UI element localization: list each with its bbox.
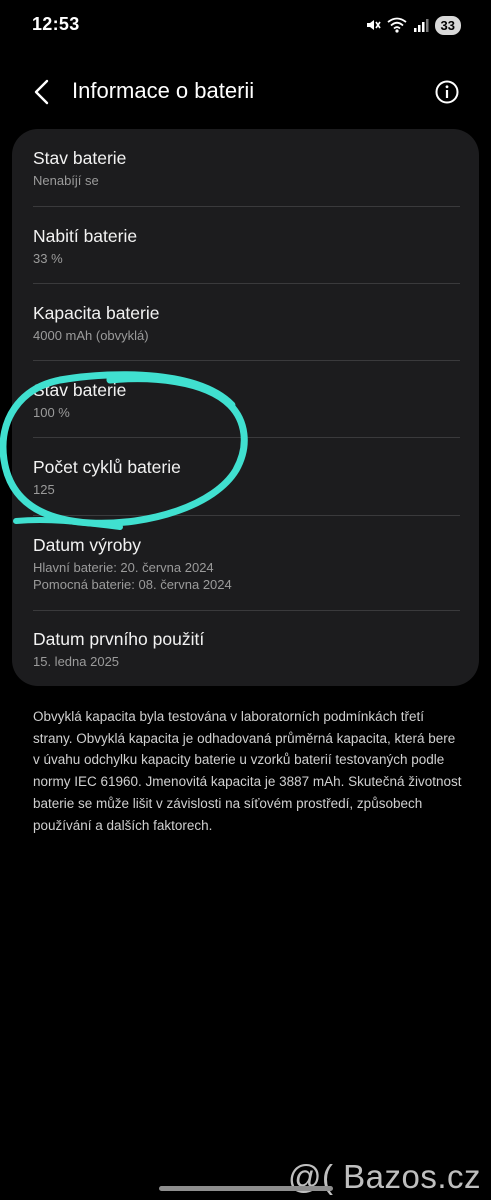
back-button[interactable] (26, 76, 58, 108)
row-value: 100 % (33, 405, 70, 420)
info-button[interactable] (431, 76, 463, 108)
row-manufacture-date: Datum výroby Hlavní baterie: 20. června … (12, 515, 479, 610)
row-title: Stav baterie (33, 380, 127, 400)
status-time: 12:53 (32, 14, 80, 34)
row-value: 4000 mAh (obvyklá) (33, 328, 149, 343)
home-indicator[interactable] (159, 1186, 333, 1191)
signal-icon (413, 17, 429, 33)
status-bar: 12:53 33 (0, 0, 491, 52)
header: Informace o baterii (0, 60, 491, 124)
battery-indicator: 33 (434, 15, 461, 35)
row-value-secondary: Pomocná baterie: 08. června 2024 (33, 577, 232, 592)
row-cycle-count: Počet cyklů baterie 125 (12, 437, 479, 515)
row-title: Datum výroby (33, 535, 141, 555)
mute-icon (365, 17, 381, 33)
row-title: Počet cyklů baterie (33, 457, 181, 477)
page-title: Informace o baterii (72, 78, 255, 103)
row-battery-health: Stav baterie 100 % (12, 360, 479, 437)
row-battery-capacity: Kapacita baterie 4000 mAh (obvyklá) (12, 283, 479, 360)
row-first-use-date: Datum prvního použití 15. ledna 2025 (12, 610, 479, 686)
capacity-description: Obvyklá kapacita byla testována v labora… (33, 709, 462, 833)
row-value: 15. ledna 2025 (33, 654, 120, 669)
status-icons: 33 (365, 14, 461, 36)
wifi-icon (386, 17, 407, 33)
info-icon (435, 80, 459, 104)
row-value: Hlavní baterie: 20. června 2024 (33, 560, 214, 575)
row-value: Nenabíjí se (33, 173, 99, 188)
row-battery-charge: Nabití baterie 33 % (12, 206, 479, 283)
row-charging-status: Stav baterie Nenabíjí se (12, 129, 479, 206)
row-title: Nabití baterie (33, 226, 138, 246)
row-title: Kapacita baterie (33, 303, 160, 323)
row-value: 125 (33, 482, 55, 497)
battery-info-card: Stav baterie Nenabíjí se Nabití baterie … (12, 129, 479, 686)
row-title: Datum prvního použití (33, 629, 205, 649)
row-value: 33 % (33, 251, 63, 266)
chevron-left-icon (34, 79, 49, 105)
row-title: Stav baterie (33, 148, 127, 168)
